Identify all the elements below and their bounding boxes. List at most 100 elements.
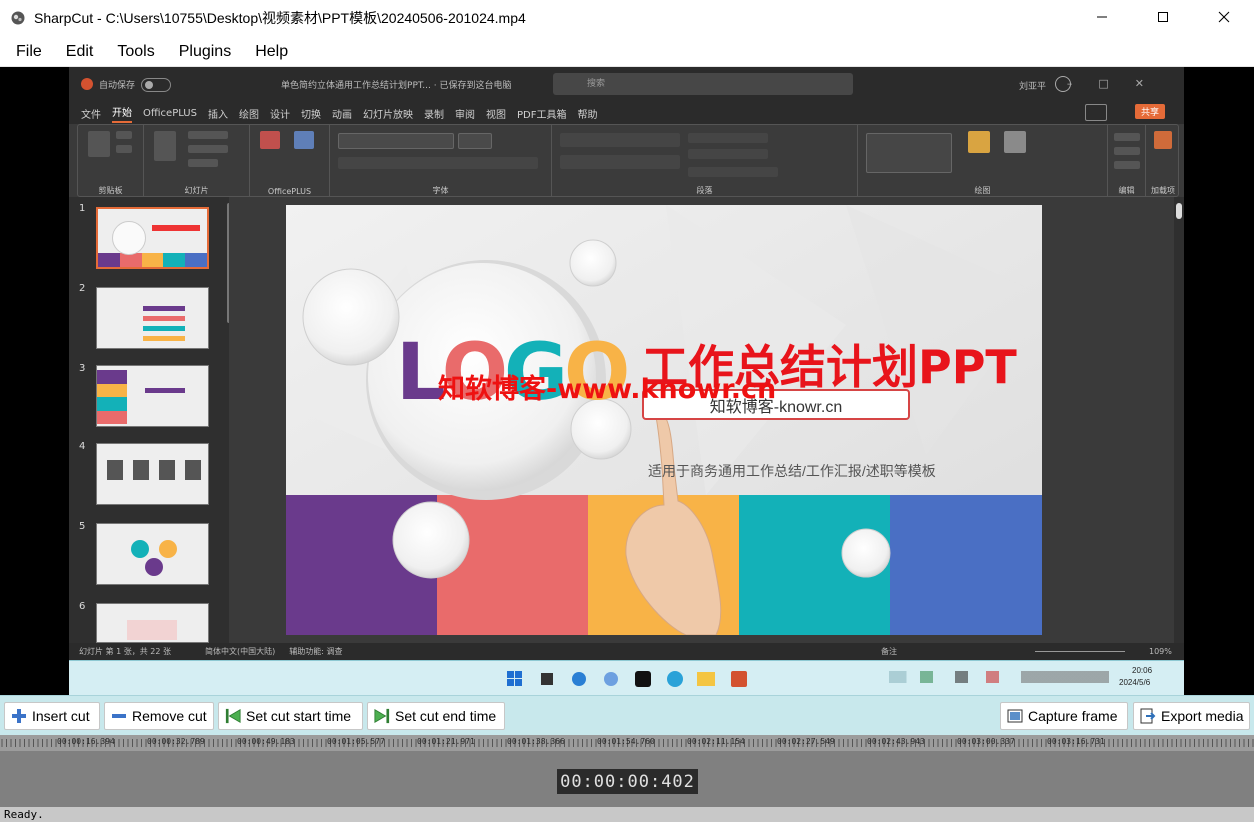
window-title: SharpCut - C:\Users\10755\Desktop\视频素材\P… [34, 10, 526, 26]
sharpcut-window: SharpCut - C:\Users\10755\Desktop\视频素材\P… [0, 0, 1254, 822]
taskbar-app-icons [507, 671, 747, 687]
ppt-group-slides: 幻灯片 [144, 125, 250, 198]
remove-cut-button[interactable]: Remove cut [104, 702, 214, 730]
ppt-tab: 录制 [423, 109, 444, 121]
menu-plugins[interactable]: Plugins [167, 36, 243, 67]
cut-start-icon [225, 708, 241, 724]
export-icon [1140, 708, 1156, 724]
ppt-tab: 帮助 [577, 109, 598, 121]
slide-subtitle: 适用于商务通用工作总结/工作汇报/述职等模板 [648, 463, 936, 479]
timeline-label: 00:00:16.394 [57, 737, 115, 746]
ppt-status-notes: 备注 [881, 647, 897, 656]
insert-cut-button[interactable]: Insert cut [4, 702, 100, 730]
ppt-tab: 设计 [269, 109, 290, 121]
minimize-button[interactable] [1071, 0, 1132, 36]
ppt-autosave-toggle [141, 77, 172, 92]
ppt-status-bar: 幻灯片 第 1 张，共 22 张 简体中文(中国大陆) 辅助功能: 调查 备注 … [69, 643, 1184, 660]
ppt-thumb-1 [96, 207, 209, 269]
minus-icon [111, 708, 127, 724]
video-frame: 自动保存 单色简约立体通用工作总结计划PPT... · 已保存到这台电脑 搜索 … [69, 67, 1184, 695]
ppt-tab: 文件 [81, 109, 101, 121]
ppt-tab: 绘图 [238, 109, 259, 121]
close-icon [1218, 11, 1230, 26]
timeline-ruler[interactable]: 00:00:16.394 00:00:32.789 00:00:49.183 0… [0, 735, 1254, 751]
ppt-canvas: L O G O 工作总结计划PPT 知软博客-knowr.cn 适用于商务通用工… [229, 197, 1184, 643]
menu-edit[interactable]: Edit [54, 36, 106, 67]
set-cut-end-button[interactable]: Set cut end time [367, 702, 505, 730]
ppt-doc-title: 单色简约立体通用工作总结计划PPT... · 已保存到这台电脑 [281, 81, 512, 91]
current-timecode: 00:00:00:402 [557, 769, 698, 794]
timeline-label: 00:02:43.943 [867, 737, 925, 746]
ppt-autosave-label: 自动保存 [99, 81, 136, 91]
ppt-status-access: 辅助功能: 调查 [289, 647, 343, 656]
set-cut-start-button[interactable]: Set cut start time [218, 702, 363, 730]
export-media-button[interactable]: Export media [1133, 702, 1250, 730]
ppt-group-paragraph: 段落 [552, 125, 858, 198]
windows-taskbar: 20:06 2024/5/6 [69, 660, 1184, 695]
minimize-icon [1096, 11, 1108, 26]
ppt-thumb-4 [96, 443, 209, 505]
timeline-label: 00:01:21.971 [417, 737, 475, 746]
picture-icon [1007, 708, 1023, 724]
maximize-button[interactable] [1132, 0, 1193, 36]
capture-frame-button[interactable]: Capture frame [1000, 702, 1128, 730]
ppt-thumb-2 [96, 287, 209, 349]
ppt-group-officeplus: OfficePLUS [250, 125, 330, 198]
menu-help[interactable]: Help [243, 36, 300, 67]
ppt-status-lang: 简体中文(中国大陆) [204, 647, 276, 656]
ppt-thumb-6 [96, 603, 209, 643]
status-bar: Ready. [0, 807, 1254, 822]
ppt-group-drawing: 绘图 [858, 125, 1108, 198]
ppt-search-box: 搜索 [553, 73, 853, 95]
ppt-comment-icon [1085, 104, 1107, 121]
ppt-slide-thumbnails: 1 2 3 4 5 6 [69, 197, 231, 643]
ppt-window-controls: –□✕ [1066, 77, 1170, 90]
timeline-label: 00:02:11.154 [687, 737, 745, 746]
timeline-label: 00:00:49.183 [237, 737, 295, 746]
ppt-tab: 切换 [300, 109, 321, 121]
ppt-zoom: 109% [1149, 647, 1172, 656]
timeline-label: 00:01:54.760 [597, 737, 655, 746]
ppt-tab: 插入 [207, 109, 228, 121]
ppt-ribbon: 剪贴板 幻灯片 OfficePLUS 字体 段落 绘图 编辑 加载项 [77, 124, 1180, 198]
timeline-label: 00:01:38.366 [507, 737, 565, 746]
timeline-label: 00:02:27.549 [777, 737, 835, 746]
timeline-label: 00:00:32.789 [147, 737, 205, 746]
close-button[interactable] [1193, 0, 1254, 36]
maximize-icon [1157, 11, 1169, 26]
ppt-ribbon-tabs: 文件 开始 OfficePLUS 插入 绘图 设计 切换 动画 幻灯片放映 录制… [69, 102, 1184, 124]
ppt-tab: 视图 [485, 109, 506, 121]
sharpcut-logo-icon [10, 10, 26, 26]
timeline-label: 00:03:16.731 [1047, 737, 1105, 746]
ppt-slide-1: L O G O 工作总结计划PPT 知软博客-knowr.cn 适用于商务通用工… [286, 205, 1042, 635]
ppt-group-addins: 加载项 [1146, 125, 1180, 198]
ppt-tab: PDF工具箱 [516, 109, 567, 121]
ppt-thumb-5 [96, 523, 209, 585]
ppt-group-font: 字体 [330, 125, 552, 198]
ppt-title-bar: 自动保存 单色简约立体通用工作总结计划PPT... · 已保存到这台电脑 搜索 … [69, 67, 1184, 102]
ppt-canvas-scrollbar [1174, 197, 1184, 643]
menu-bar: File Edit Tools Plugins Help [0, 36, 1254, 67]
ppt-tab: OfficePLUS [143, 107, 197, 119]
timeline-track[interactable]: 00:00:00:402 [0, 751, 1254, 807]
slide-watermark: 知软博客-www.knowr.cn [438, 374, 777, 405]
ppt-tab: 审阅 [454, 109, 475, 121]
ppt-logo-icon [81, 78, 93, 90]
ppt-status-slide: 幻灯片 第 1 张，共 22 张 [79, 647, 171, 656]
ppt-tab: 动画 [331, 109, 352, 121]
video-viewer[interactable]: 自动保存 单色简约立体通用工作总结计划PPT... · 已保存到这台电脑 搜索 … [0, 67, 1254, 695]
plus-icon [11, 708, 27, 724]
taskbar-time: 20:06 [1132, 666, 1153, 675]
cut-toolbar: Insert cut Remove cut Set cut start time… [0, 695, 1254, 735]
ppt-thumb-3 [96, 365, 209, 427]
ppt-user-name: 刘亚平 [1019, 82, 1047, 92]
ppt-group-clipboard: 剪贴板 [78, 125, 144, 198]
cut-end-icon [374, 708, 390, 724]
ppt-tab: 幻灯片放映 [362, 109, 413, 121]
ppt-tab-active: 开始 [112, 104, 132, 123]
tray-icons [889, 671, 1109, 683]
taskbar-date: 2024/5/6 [1119, 678, 1151, 687]
menu-tools[interactable]: Tools [105, 36, 166, 67]
menu-file[interactable]: File [4, 36, 54, 67]
ppt-group-editing: 编辑 [1108, 125, 1146, 198]
